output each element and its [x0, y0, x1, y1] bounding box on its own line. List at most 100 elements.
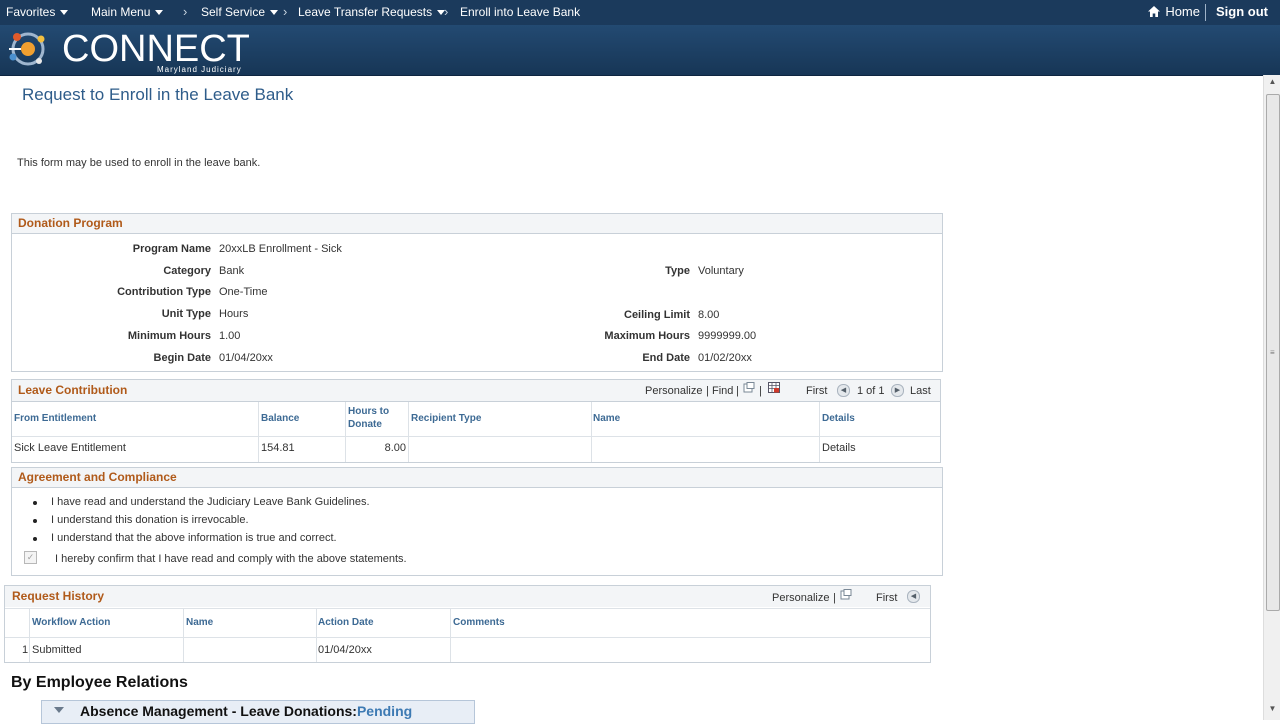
- home-link[interactable]: Home: [1147, 0, 1200, 25]
- download-spreadsheet-icon[interactable]: [768, 382, 780, 393]
- panel-header: Donation Program: [12, 214, 942, 234]
- confirm-checkbox[interactable]: ✓: [24, 551, 37, 564]
- next-arrow-icon[interactable]: ▶: [891, 384, 904, 397]
- breadcrumb-self-service[interactable]: Self Service: [201, 0, 279, 25]
- grid-header: Leave Contribution: [12, 380, 940, 402]
- row-number: 1: [22, 644, 29, 656]
- contribution-type-label: Contribution Type: [117, 286, 211, 298]
- home-icon: [1148, 6, 1161, 17]
- bullet-icon: [33, 537, 37, 541]
- agreement-item: I have read and understand the Judiciary…: [51, 496, 370, 508]
- divider: [29, 609, 30, 662]
- end-date-label: End Date: [642, 352, 690, 364]
- view-all-icon[interactable]: [840, 589, 852, 600]
- leave-contribution-grid: Leave Contribution Personalize | Find | …: [11, 379, 941, 463]
- page-title: Request to Enroll in the Leave Bank: [22, 85, 294, 104]
- intro-text: This form may be used to enroll in the l…: [17, 157, 261, 169]
- divider: [316, 609, 317, 662]
- ceiling-limit-label: Ceiling Limit: [624, 309, 690, 321]
- divider: |: [706, 385, 709, 397]
- details-link[interactable]: Details: [822, 442, 856, 454]
- approver-heading: By Employee Relations: [11, 674, 188, 691]
- ceiling-limit-value: 8.00: [698, 309, 720, 321]
- chevron-down-icon: [155, 10, 164, 16]
- cell-action-date: 01/04/20xx: [318, 644, 372, 656]
- collapse-caret-icon[interactable]: [54, 707, 64, 713]
- breadcrumb-separator: ›: [183, 4, 188, 19]
- chevron-down-icon: [270, 10, 279, 16]
- maximum-hours-value: 9999999.00: [698, 330, 757, 342]
- top-navigation-bar: Favorites Main Menu › Self Service › Lea…: [0, 0, 1280, 26]
- column-header-action-date: Action Date: [318, 617, 374, 628]
- begin-date-label: Begin Date: [153, 352, 211, 364]
- column-header-from-entitlement: From Entitlement: [14, 413, 97, 424]
- column-header-details: Details: [822, 413, 855, 424]
- end-date-value: 01/02/20xx: [698, 352, 752, 364]
- view-all-icon[interactable]: [743, 382, 755, 393]
- request-history-grid: Request History Personalize | First ◀ Wo…: [4, 585, 931, 663]
- breadcrumb-leave-transfer[interactable]: Leave Transfer Requests: [298, 0, 446, 25]
- section-title: Agreement and Compliance: [18, 470, 177, 484]
- maximum-hours-label: Maximum Hours: [604, 330, 690, 342]
- category-value: Bank: [219, 265, 245, 277]
- vertical-scrollbar[interactable]: ▲ ≡ ▼: [1263, 75, 1280, 720]
- unit-type-value: Hours: [219, 308, 249, 320]
- agreement-item: I understand this donation is irrevocabl…: [51, 514, 249, 526]
- previous-arrow-icon[interactable]: ◀: [907, 590, 920, 603]
- program-name-value: 20xxLB Enrollment - Sick: [219, 243, 342, 255]
- main-menu-label: Main Menu: [91, 5, 151, 19]
- scroll-up-arrow-icon[interactable]: ▲: [1264, 77, 1280, 91]
- approval-status: Pending: [356, 703, 413, 719]
- row-count: 1 of 1: [857, 385, 885, 397]
- first-label: First: [806, 385, 828, 397]
- divider: [5, 608, 930, 609]
- previous-arrow-icon[interactable]: ◀: [837, 384, 850, 397]
- agreement-item: I understand that the above information …: [51, 532, 337, 544]
- scroll-thumb[interactable]: ≡: [1266, 94, 1280, 611]
- column-header-hours-line1: Hours to: [348, 406, 390, 417]
- brand-subtitle: Maryland Judiciary: [157, 65, 242, 74]
- first-label: First: [876, 592, 898, 604]
- column-header-name: Name: [186, 617, 214, 628]
- divider: [12, 436, 940, 437]
- header-banner: CONNECT Maryland Judiciary: [0, 25, 1280, 76]
- favorites-menu[interactable]: Favorites: [6, 0, 69, 25]
- personalize-link[interactable]: Personalize: [645, 385, 702, 397]
- divider: [12, 401, 940, 402]
- personalize-link[interactable]: Personalize: [772, 592, 829, 604]
- column-header-recipient-type: Recipient Type: [411, 413, 482, 424]
- home-label: Home: [1165, 4, 1200, 19]
- leave-transfer-label: Leave Transfer Requests: [298, 5, 433, 19]
- divider: |: [833, 592, 836, 604]
- program-name-label: Program Name: [132, 243, 211, 255]
- find-link[interactable]: Find: [712, 385, 733, 397]
- self-service-label: Self Service: [201, 5, 266, 19]
- grip-icon: ≡: [1270, 348, 1275, 357]
- minimum-hours-label: Minimum Hours: [127, 330, 211, 342]
- approval-stage-bar[interactable]: Absence Management - Leave Donations:Pen…: [41, 700, 475, 724]
- column-header-balance: Balance: [261, 413, 300, 424]
- sign-out-link[interactable]: Sign out: [1216, 0, 1268, 25]
- cell-hours-to-donate: 8.00: [384, 442, 406, 454]
- approval-stage-title: Absence Management - Leave Donations:Pen…: [80, 703, 412, 719]
- breadcrumb-separator: ›: [283, 4, 288, 19]
- last-label: Last: [910, 385, 931, 397]
- divider: [5, 637, 930, 638]
- cell-workflow-action: Submitted: [32, 644, 82, 656]
- column-header-workflow-action: Workflow Action: [32, 617, 111, 628]
- section-title: Leave Contribution: [18, 383, 128, 397]
- connect-logo-icon: [9, 32, 45, 66]
- main-menu[interactable]: Main Menu: [91, 0, 164, 25]
- column-header-name: Name: [593, 413, 621, 424]
- donation-program-panel: Donation Program Program Name 20xxLB Enr…: [11, 213, 943, 372]
- category-label: Category: [163, 265, 211, 277]
- divider: [450, 609, 451, 662]
- divider: [1205, 4, 1206, 21]
- confirm-label: I hereby confirm that I have read and co…: [55, 553, 407, 565]
- divider: [591, 402, 592, 462]
- column-header-hours-line2: Donate: [348, 419, 382, 430]
- scroll-down-arrow-icon[interactable]: ▼: [1264, 704, 1280, 718]
- column-header-comments: Comments: [453, 617, 505, 628]
- balance-link[interactable]: 154.81: [261, 442, 295, 454]
- divider: [345, 402, 346, 462]
